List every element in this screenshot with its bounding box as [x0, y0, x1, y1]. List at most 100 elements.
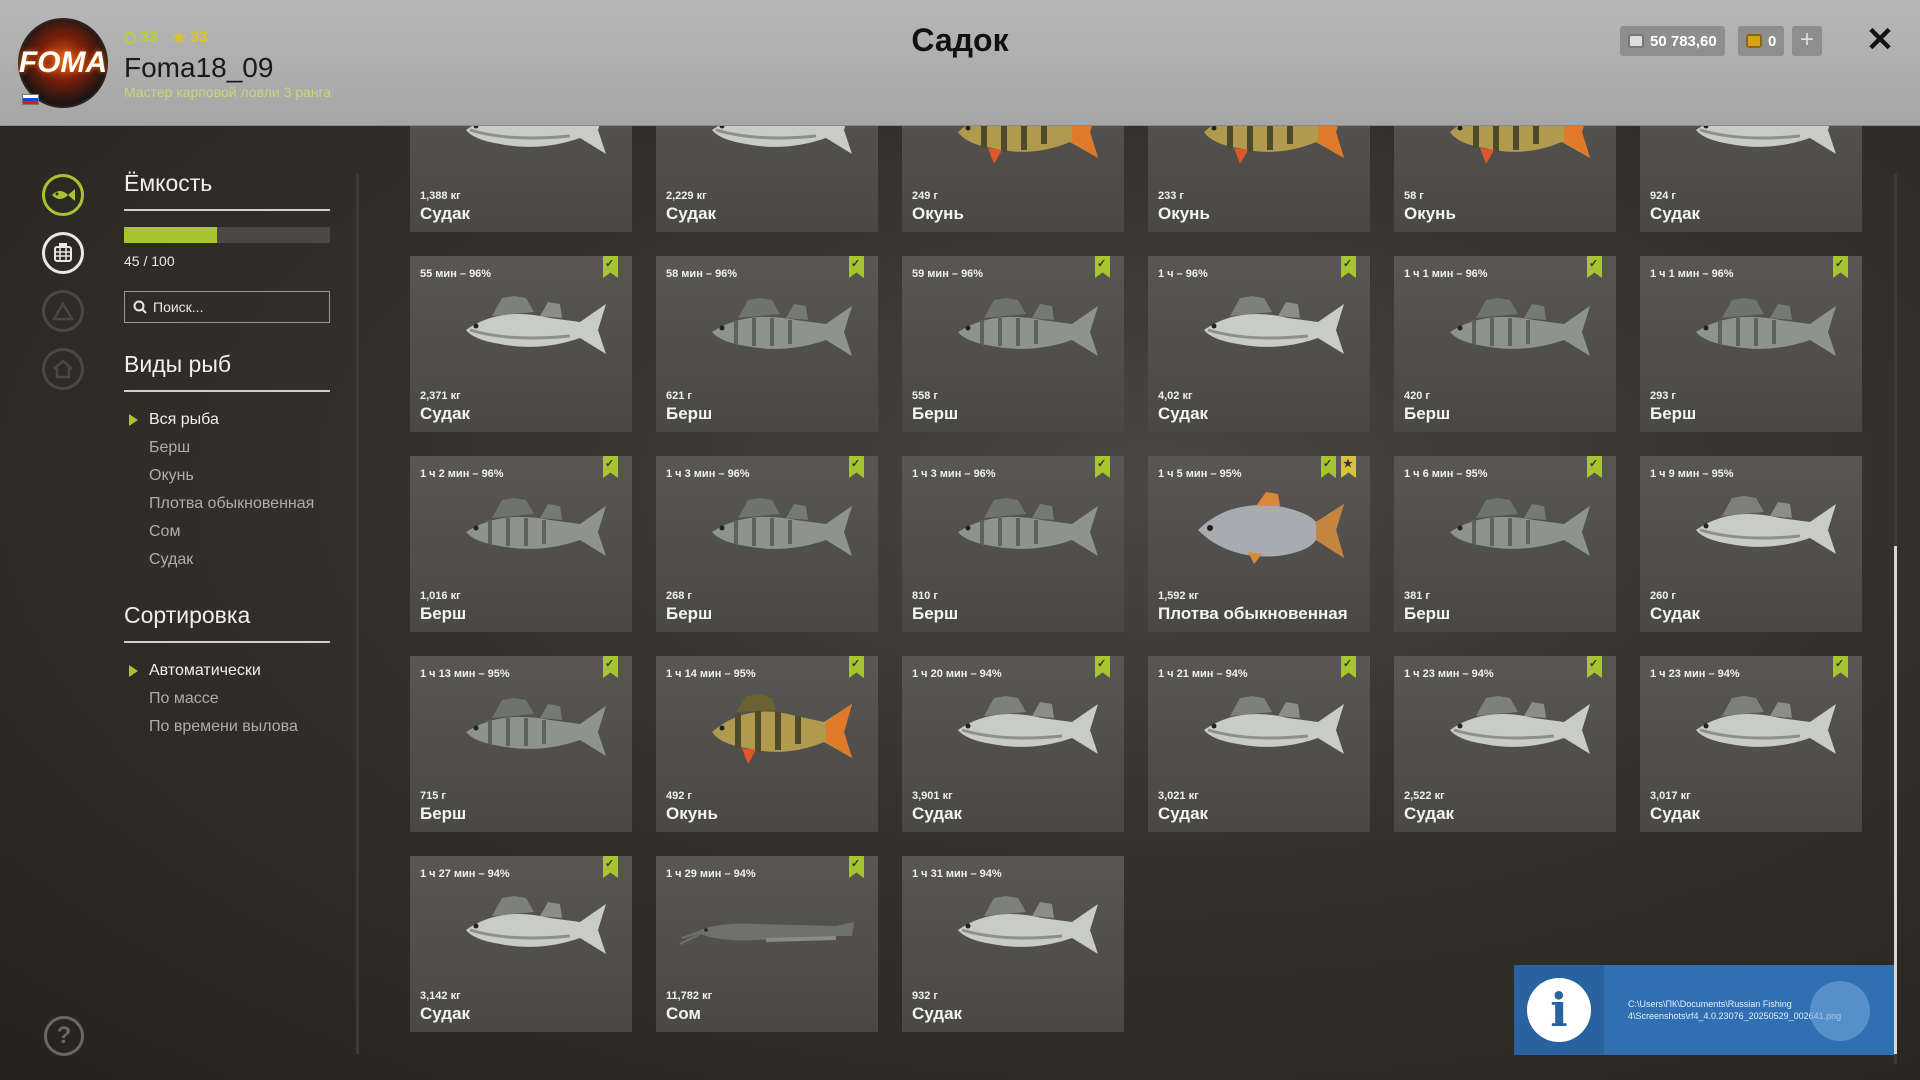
favorite-bookmark-icon[interactable] — [849, 656, 864, 678]
fish-card[interactable]: 1 ч 3 мин – 96% 268 г Берш — [656, 456, 878, 632]
player-rank: Мастер карповой ловли 3 ранга — [124, 84, 332, 100]
fish-card[interactable]: 1 ч 9 мин – 95% 260 г Судак — [1640, 456, 1862, 632]
add-gold-button[interactable]: + — [1792, 26, 1822, 56]
catch-time-freshness: 1 ч 3 мин – 96% — [666, 468, 750, 480]
fish-card[interactable]: 1 ч 1 мин – 96% 420 г Берш — [1394, 256, 1616, 432]
favorite-bookmark-icon[interactable] — [1095, 456, 1110, 478]
fish-card[interactable]: 1 ч 2 мин – 96% 1,016 кг Берш — [410, 456, 632, 632]
fish-card[interactable]: 1 ч 6 мин – 95% 381 г Берш — [1394, 456, 1616, 632]
russia-flag-icon — [22, 94, 39, 105]
fish-card[interactable]: 1 ч 21 мин – 94% 3,021 кг Судак — [1148, 656, 1370, 832]
fish-card[interactable]: 2,229 кг Судак — [656, 126, 878, 232]
zander-fish-icon — [676, 126, 858, 168]
zander-fish-icon — [1660, 126, 1842, 168]
fish-card[interactable]: 58 мин – 96% 621 г Берш — [656, 256, 878, 432]
fish-card[interactable]: 233 г Окунь — [1148, 126, 1370, 232]
fish-card[interactable]: 1,388 кг Судак — [410, 126, 632, 232]
search-icon — [133, 300, 147, 314]
fish-card[interactable]: 1 ч 5 мин – 95% 1,592 кг Плотва обыкновенн… — [1148, 456, 1370, 632]
screenshot-notification[interactable]: i C:\Users\ПК\Documents\Russian Fishing … — [1514, 965, 1894, 1055]
fish-name: Берш — [420, 804, 467, 823]
catch-time-freshness: 1 ч 6 мин – 95% — [1404, 468, 1488, 480]
bersh-fish-icon — [922, 292, 1104, 368]
zander-fish-icon — [1168, 292, 1350, 368]
silver-value: 50 783,60 — [1650, 32, 1717, 50]
favorite-bookmark-icon[interactable] — [603, 456, 618, 478]
species-filter-item[interactable]: Берш — [124, 434, 330, 462]
species-filter-item[interactable]: Вся рыба — [124, 406, 330, 434]
catch-time-freshness: 59 мин – 96% — [912, 268, 984, 280]
fish-card[interactable]: 1 ч 23 мин – 94% 2,522 кг Судак — [1394, 656, 1616, 832]
fish-card[interactable]: 1 ч 29 мин – 94% 11,782 кг Сом — [656, 856, 878, 1032]
favorite-bookmark-icon[interactable] — [1587, 256, 1602, 278]
species-filter-item[interactable]: Окунь — [124, 462, 330, 490]
help-button[interactable]: ? — [44, 1016, 84, 1056]
favorite-bookmark-icon[interactable] — [1833, 656, 1848, 678]
species-filter-item[interactable]: Плотва обыкновенная — [124, 490, 330, 518]
home-nav-icon[interactable] — [42, 348, 84, 390]
fish-name: Судак — [1650, 604, 1701, 623]
favorite-bookmark-icon[interactable] — [603, 856, 618, 878]
fish-grid-viewport[interactable]: 1,388 кг Судак 2,229 кг Судак 249 г Окунь 233 … — [410, 126, 1865, 1060]
favorite-bookmark-icon[interactable] — [849, 256, 864, 278]
catch-time-freshness: 1 ч 2 мин – 96% — [420, 468, 504, 480]
fish-name: Плотва обыкновенная — [1158, 604, 1348, 623]
favorite-bookmark-icon[interactable] — [849, 856, 864, 878]
favorite-bookmark-icon[interactable] — [1587, 456, 1602, 478]
tent-nav-icon[interactable] — [42, 290, 84, 332]
favorite-bookmark-icon[interactable] — [603, 656, 618, 678]
favorite-bookmark-icon[interactable] — [849, 456, 864, 478]
zander-fish-icon — [1660, 492, 1842, 568]
scrollbar-thumb[interactable] — [1894, 546, 1897, 1054]
fish-weight: 233 г — [1158, 190, 1184, 202]
fish-card[interactable]: 1 ч 23 мин – 94% 3,017 кг Судак — [1640, 656, 1862, 832]
sort-option-item[interactable]: По времени вылова — [124, 713, 330, 741]
fish-card[interactable]: 1 ч – 96% 4,02 кг Судак — [1148, 256, 1370, 432]
fish-weight: 11,782 кг — [666, 990, 713, 1002]
favorite-bookmark-icon[interactable] — [1095, 656, 1110, 678]
fish-card[interactable]: 1 ч 27 мин – 94% 3,142 кг Судак — [410, 856, 632, 1032]
species-filter-item[interactable]: Сом — [124, 518, 330, 546]
trophy-star-icon — [1341, 456, 1356, 478]
fish-name: Берш — [1650, 404, 1697, 423]
fish-nav-icon[interactable] — [42, 174, 84, 216]
perch-fish-icon — [1414, 126, 1596, 168]
search-box[interactable] — [124, 291, 330, 323]
fish-card[interactable]: 249 г Окунь — [902, 126, 1124, 232]
fish-card[interactable]: 1 ч 1 мин – 96% 293 г Берш — [1640, 256, 1862, 432]
catch-time-freshness: 55 мин – 96% — [420, 268, 492, 280]
favorite-bookmark-icon[interactable] — [1587, 656, 1602, 678]
catch-time-freshness: 1 ч 3 мин – 96% — [912, 468, 996, 480]
species-filter-item[interactable]: Судак — [124, 546, 330, 574]
catch-time-freshness: 1 ч 23 мин – 94% — [1650, 668, 1740, 680]
fish-card[interactable]: 1 ч 31 мин – 94% 932 г Судак — [902, 856, 1124, 1032]
favorite-bookmark-icon[interactable] — [1341, 656, 1356, 678]
stars-value: 33 — [190, 29, 208, 46]
fish-card[interactable]: 1 ч 13 мин – 95% 715 г Берш — [410, 656, 632, 832]
zander-fish-icon — [922, 892, 1104, 968]
fish-name: Судак — [912, 1004, 963, 1023]
fish-card[interactable]: 1 ч 3 мин – 96% 810 г Берш — [902, 456, 1124, 632]
fish-name: Судак — [420, 1004, 471, 1023]
sort-option-item[interactable]: Автоматически — [124, 657, 330, 685]
fish-name: Окунь — [1404, 204, 1456, 223]
fish-card[interactable]: 924 г Судак — [1640, 126, 1862, 232]
favorite-bookmark-icon[interactable] — [1341, 256, 1356, 278]
keepnet-nav-icon[interactable] — [42, 232, 84, 274]
fish-card[interactable]: 1 ч 20 мин – 94% 3,901 кг Судак — [902, 656, 1124, 832]
perch-fish-icon — [676, 692, 858, 768]
favorite-bookmark-icon[interactable] — [1321, 456, 1336, 478]
favorite-bookmark-icon[interactable] — [1095, 256, 1110, 278]
close-button[interactable]: ✕ — [1862, 22, 1898, 58]
catfish-fish-icon — [676, 892, 858, 968]
favorite-bookmark-icon[interactable] — [603, 256, 618, 278]
sort-option-item[interactable]: По массе — [124, 685, 330, 713]
gold-balance: 0 — [1738, 26, 1785, 56]
favorite-bookmark-icon[interactable] — [1833, 256, 1848, 278]
fish-name: Окунь — [1158, 204, 1210, 223]
fish-card[interactable]: 55 мин – 96% 2,371 кг Судак — [410, 256, 632, 432]
fish-card[interactable]: 58 г Окунь — [1394, 126, 1616, 232]
fish-card[interactable]: 59 мин – 96% 558 г Берш — [902, 256, 1124, 432]
search-input[interactable] — [153, 299, 323, 315]
fish-card[interactable]: 1 ч 14 мин – 95% 492 г Окунь — [656, 656, 878, 832]
